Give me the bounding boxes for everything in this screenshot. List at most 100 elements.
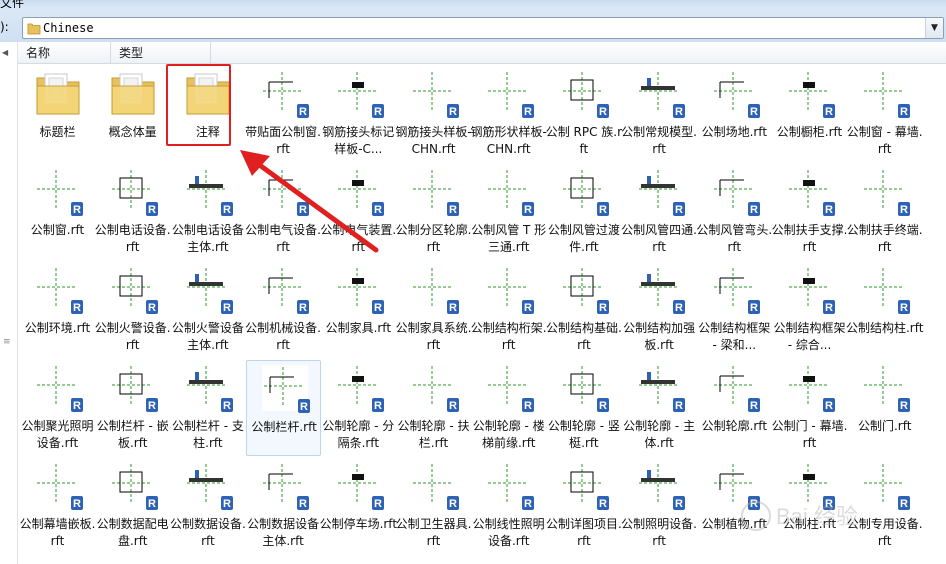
template-file-item[interactable]: R 公制栏杆.rft (245, 360, 321, 456)
item-label: 公制结构基础.rft (545, 321, 622, 352)
left-scroll-strip[interactable]: ◀ ≡ (0, 42, 18, 564)
svg-text:R: R (825, 400, 833, 412)
path-value: Chinese (43, 21, 94, 35)
template-file-item[interactable]: R 公制家具.rft (321, 262, 396, 358)
template-file-item[interactable]: R 公制风管弯头.rft (696, 164, 772, 260)
template-file-item[interactable]: R 公制火警设备.rft (95, 262, 171, 358)
template-icon: R (106, 262, 160, 316)
template-file-item[interactable]: R 公制扶手支撑.rft (772, 164, 847, 260)
template-file-item[interactable]: R 公制数据配电盘.rft (95, 458, 170, 554)
svg-text:R: R (524, 106, 532, 118)
item-label: 钢筋接头样板-CHN.rft (395, 125, 472, 156)
template-file-item[interactable]: R 公制结构框架 - 综合... (772, 262, 847, 358)
template-file-item[interactable]: R 公制结构桁架.rft (470, 262, 547, 358)
template-file-item[interactable]: R 公制停车场.rft (320, 458, 397, 554)
template-file-item[interactable]: R 带贴面公制窗.rft (245, 66, 321, 162)
item-label: 公制结构桁架.rft (470, 321, 547, 352)
template-icon: R (407, 66, 461, 120)
chevron-down-icon[interactable]: ▼ (925, 18, 943, 38)
scroll-up-icon[interactable]: ◀ (2, 48, 8, 57)
template-file-item[interactable]: R 公制轮廓 - 主体.rft (622, 360, 697, 456)
template-file-item[interactable]: R 公制机械设备.rft (245, 262, 321, 358)
item-label: 公制门 - 幕墙.rft (771, 419, 848, 450)
template-file-item[interactable]: R 公制栏杆 - 嵌板.rft (95, 360, 170, 456)
template-file-item[interactable]: R 公制场地.rft (697, 66, 772, 162)
item-label: 公制栏杆 - 嵌板.rft (96, 419, 169, 450)
template-icon: R (106, 458, 160, 512)
template-file-item[interactable]: R 公制家具系统.rft (396, 262, 471, 358)
template-file-item[interactable]: R 公制风管四通.rft (621, 164, 697, 260)
template-file-item[interactable]: R 公制线性照明设备.rft (471, 458, 546, 554)
template-icon: R (783, 360, 837, 414)
template-file-item[interactable]: R 公制卫生器具.rft (396, 458, 471, 554)
column-type[interactable]: 类型 (111, 42, 211, 64)
path-label: ): (0, 20, 9, 34)
template-icon: R (482, 66, 536, 120)
template-icon: R (332, 360, 386, 414)
template-file-item[interactable]: R 公制 RPC 族.rft (546, 66, 622, 162)
template-file-item[interactable]: R 公制风管过渡件.rft (546, 164, 621, 260)
template-file-item[interactable]: R 公制橱柜.rft (772, 66, 847, 162)
template-file-item[interactable]: R 公制门.rft (847, 360, 922, 456)
template-file-item[interactable]: R 公制结构基础.rft (545, 262, 622, 358)
template-file-item[interactable]: R 公制电话设备主体.rft (170, 164, 245, 260)
template-file-item[interactable]: R 公制轮廓 - 竖梃.rft (546, 360, 621, 456)
item-label: 公制结构加强板.rft (623, 321, 696, 352)
template-file-item[interactable]: R 公制栏杆 - 支柱.rft (170, 360, 245, 456)
svg-text:R: R (825, 106, 833, 118)
template-file-item[interactable]: R 公制轮廓.rft (697, 360, 772, 456)
svg-text:R: R (299, 302, 307, 314)
template-file-item[interactable]: R 公制照明设备.rft (621, 458, 697, 554)
svg-text:R: R (675, 106, 683, 118)
item-label: 公制幕墙嵌板.rft (19, 517, 96, 548)
template-file-item[interactable]: R 公制详图项目.rft (546, 458, 622, 554)
template-file-item[interactable]: R 公制窗 - 幕墙.rft (847, 66, 923, 162)
svg-text:R: R (148, 302, 156, 314)
template-file-item[interactable]: R 公制环境.rft (20, 262, 95, 358)
template-file-item[interactable]: R 公制门 - 幕墙.rft (772, 360, 847, 456)
template-file-item[interactable]: R 公制轮廓 - 楼梯前缘.rft (471, 360, 546, 456)
item-label: 公制结构框架 - 梁和... (698, 321, 771, 352)
folder-item[interactable]: 概念体量 (95, 66, 170, 162)
template-icon: R (557, 66, 611, 120)
template-icon: R (708, 164, 762, 218)
template-file-item[interactable]: R 公制轮廓 - 扶栏.rft (396, 360, 471, 456)
template-file-item[interactable]: R 公制幕墙嵌板.rft (20, 458, 95, 554)
template-file-item[interactable]: R 公制聚光照明设备.rft (20, 360, 95, 456)
template-file-item[interactable]: R 公制轮廓 - 分隔条.rft (321, 360, 396, 456)
template-file-item[interactable]: R 公制结构加强板.rft (622, 262, 697, 358)
template-file-item[interactable]: R 钢筋接头标记样板-C... (321, 66, 396, 162)
item-label: 公制电话设备.rft (94, 223, 171, 254)
svg-text:R: R (524, 302, 532, 314)
template-file-item[interactable]: R 公制结构柱.rft (845, 262, 924, 358)
template-file-item[interactable]: R 公制数据设备主体.rft (246, 458, 321, 554)
item-label: 公制结构柱.rft (845, 321, 924, 335)
svg-text:R: R (825, 204, 833, 216)
template-file-item[interactable]: R 公制电话设备.rft (94, 164, 171, 260)
template-icon: R (633, 458, 687, 512)
template-icon: R (557, 262, 611, 316)
template-file-item[interactable]: R 钢筋接头样板-CHN.rft (395, 66, 472, 162)
template-icon: R (783, 66, 837, 120)
template-file-item[interactable]: R 公制窗.rft (20, 164, 95, 260)
svg-text:R: R (750, 400, 758, 412)
svg-text:R: R (750, 302, 758, 314)
template-file-item[interactable]: R 公制扶手终端.rft (847, 164, 923, 260)
svg-text:R: R (300, 401, 308, 413)
grip-icon[interactable]: ≡ (3, 337, 11, 347)
folder-item[interactable]: 标题栏 (20, 66, 95, 162)
template-file-item[interactable]: R 钢筋形状样板-CHN.rft (471, 66, 547, 162)
svg-text:R: R (675, 498, 683, 510)
template-file-item[interactable]: R 公制数据设备.rft (170, 458, 246, 554)
template-icon: R (783, 262, 837, 316)
template-file-item[interactable]: R 公制火警设备主体.rft (170, 262, 245, 358)
template-file-item[interactable]: R 公制结构框架 - 梁和... (697, 262, 772, 358)
template-file-item[interactable]: R 公制风管 T 形三通.rft (471, 164, 546, 260)
column-name[interactable]: 名称 (18, 42, 111, 64)
template-file-item[interactable]: R 公制分区轮廓.rft (396, 164, 471, 260)
path-combobox[interactable]: Chinese ▼ (22, 17, 944, 39)
folder-icon (31, 66, 85, 120)
template-file-item[interactable]: R 公制常规模型.rft (621, 66, 697, 162)
svg-text:R: R (73, 302, 81, 314)
svg-text:R: R (825, 302, 833, 314)
